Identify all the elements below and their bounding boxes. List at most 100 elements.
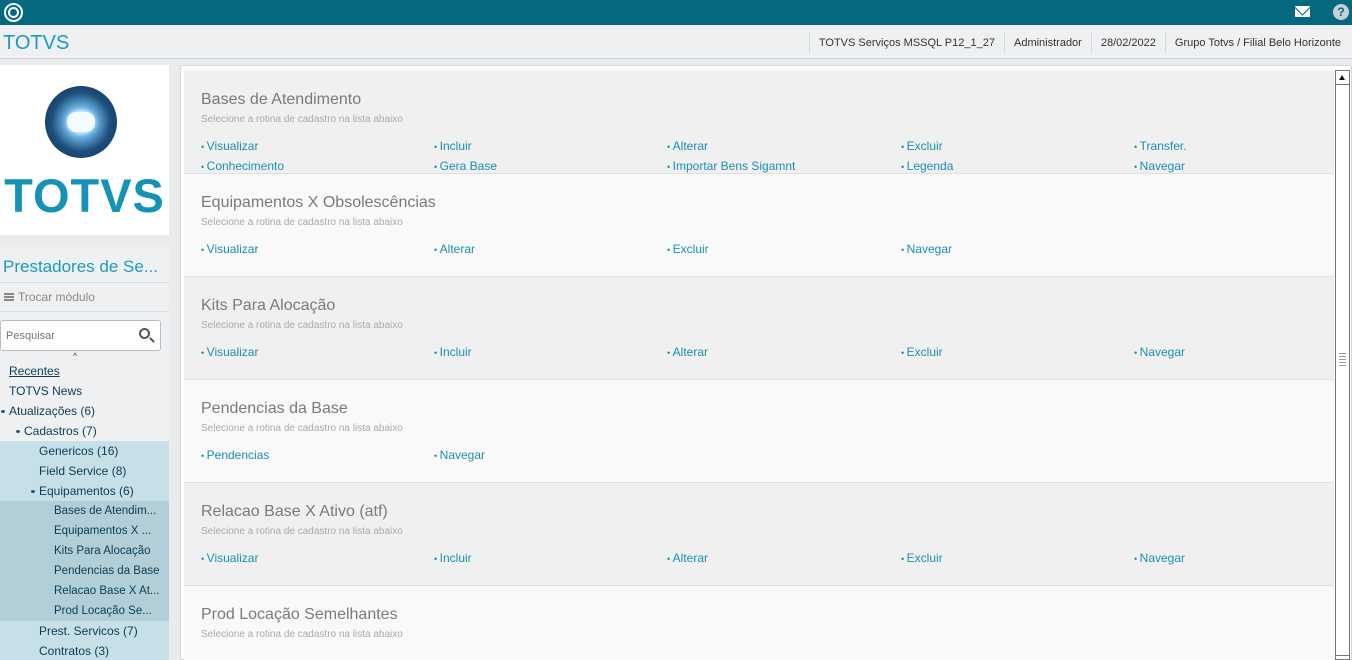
top-bar: ? (0, 0, 1352, 25)
tree-item[interactable]: Relacao Base X At... (0, 581, 169, 601)
routine-section: Kits Para Alocação Selecione a rotina de … (184, 277, 1334, 380)
header: TOTVS TOTVS Serviços MSSQL P12_1_27 Admi… (0, 25, 1352, 59)
action-link-alterar[interactable]: Alterar (667, 345, 708, 359)
expanded-bullet-icon[interactable] (31, 490, 35, 493)
mail-icon[interactable] (1295, 6, 1310, 17)
tree-item-label: Equipamentos X ... (54, 525, 152, 537)
scroll-grip-icon[interactable] (1339, 353, 1346, 367)
section-title: Bases de Atendimento (201, 91, 362, 108)
action-link-importar-bens-sigamnt[interactable]: Importar Bens Sigamnt (667, 159, 796, 173)
action-link-alterar[interactable]: Alterar (667, 139, 708, 153)
switch-module-label: Trocar módulo (18, 290, 95, 304)
expanded-bullet-icon[interactable] (1, 410, 5, 413)
section-title: Relacao Base X Ativo (atf) (201, 503, 388, 520)
tree-item[interactable]: Pendencias da Base (0, 561, 169, 581)
action-link-incluir[interactable]: Incluir (434, 551, 472, 565)
action-link-gera-base[interactable]: Gera Base (434, 159, 497, 173)
hamburger-icon (4, 293, 14, 301)
routine-sections: Bases de Atendimento Selecione a rotina d… (184, 71, 1334, 660)
tree-item[interactable]: Cadastros (7) (0, 421, 169, 441)
tree-item-label: Relacao Base X At... (54, 585, 160, 597)
user-label[interactable]: Administrador (1003, 32, 1091, 54)
tree-item-label: Prest. Servicos (7) (39, 624, 138, 638)
action-link-visualizar[interactable]: Visualizar (201, 242, 259, 256)
tree-item[interactable]: Equipamentos X ... (0, 521, 169, 541)
action-link-navegar[interactable]: Navegar (901, 242, 952, 256)
routine-section: Bases de Atendimento Selecione a rotina d… (184, 71, 1334, 174)
action-link-legenda[interactable]: Legenda (901, 159, 954, 173)
expanded-bullet-icon[interactable] (16, 430, 20, 433)
action-link-conhecimento[interactable]: Conhecimento (201, 159, 284, 173)
environment-label[interactable]: TOTVS Serviços MSSQL P12_1_27 (808, 32, 1004, 54)
scroll-up-arrow-icon[interactable] (1336, 71, 1349, 85)
date-label[interactable]: 28/02/2022 (1090, 32, 1165, 54)
tree-item[interactable]: Field Service (8) (0, 461, 169, 481)
collapse-caret-icon[interactable]: ^ (73, 351, 77, 361)
totvs-logo-icon (45, 86, 117, 158)
tree-item[interactable]: Prest. Servicos (7) (0, 621, 169, 641)
tree-item[interactable]: Genericos (16) (0, 441, 169, 461)
switch-module-button[interactable]: Trocar módulo (0, 282, 169, 312)
action-link-alterar[interactable]: Alterar (667, 551, 708, 565)
action-link-navegar[interactable]: Navegar (1134, 551, 1185, 565)
action-link-navegar[interactable]: Navegar (1134, 159, 1185, 173)
help-icon[interactable]: ? (1333, 4, 1349, 20)
section-subtitle: Selecione a rotina de cadastro na lista … (201, 526, 403, 537)
action-link-visualizar[interactable]: Visualizar (201, 139, 259, 153)
section-subtitle: Selecione a rotina de cadastro na lista … (201, 320, 403, 331)
action-link-incluir[interactable]: Incluir (434, 139, 472, 153)
tree-item[interactable]: Bases de Atendim... (0, 501, 169, 521)
section-subtitle: Selecione a rotina de cadastro na lista … (201, 629, 403, 640)
environment-info: TOTVS Serviços MSSQL P12_1_27 Administra… (808, 32, 1350, 54)
app-title: TOTVS (3, 32, 70, 54)
section-title: Kits Para Alocação (201, 297, 336, 314)
tree-item[interactable]: Atualizações (6) (0, 401, 169, 421)
section-title: Prod Locação Semelhantes (201, 606, 398, 623)
tree-item-label: Pendencias da Base (54, 565, 160, 577)
module-name: Prestadores de Se... (3, 257, 158, 276)
tree-item-label: Equipamentos (6) (39, 484, 134, 498)
action-link-transfer[interactable]: Transfer. (1134, 139, 1187, 153)
tree-item[interactable]: Contratos (3) (0, 641, 169, 660)
routine-section: Relacao Base X Ativo (atf) Selecione a ro… (184, 483, 1334, 586)
tree-item[interactable]: Recentes (0, 361, 169, 381)
action-link-pendencias[interactable]: Pendencias (201, 448, 270, 462)
action-link-visualizar[interactable]: Visualizar (201, 551, 259, 565)
section-subtitle: Selecione a rotina de cadastro na lista … (201, 423, 403, 434)
tree-item-label: TOTVS News (9, 384, 83, 398)
tree-item[interactable]: Kits Para Alocação (0, 541, 169, 561)
routine-section: Prod Locação Semelhantes Selecione a roti… (184, 586, 1334, 660)
main-panel: Bases de Atendimento Selecione a rotina d… (180, 65, 1352, 660)
search-icon[interactable] (139, 328, 150, 339)
section-subtitle: Selecione a rotina de cadastro na lista … (201, 217, 403, 228)
totvs-menu-icon[interactable] (4, 3, 23, 22)
search-box (0, 320, 161, 351)
tree-item[interactable]: Prod Locação Se... (0, 601, 169, 621)
action-link-navegar[interactable]: Navegar (434, 448, 485, 462)
branch-label[interactable]: Grupo Totvs / Filial Belo Horizonte (1164, 32, 1350, 54)
routine-section: Pendencias da Base Selecione a rotina de … (184, 380, 1334, 483)
tree-item-label: Prod Locação Se... (54, 605, 152, 617)
action-link-alterar[interactable]: Alterar (434, 242, 475, 256)
routine-section: Equipamentos X Obsolescências Selecione a… (184, 174, 1334, 277)
logo-text: TOTVS (4, 169, 165, 222)
menu-tree: Recentes TOTVS News Atualizações (6) Cadast… (0, 361, 169, 660)
action-link-excluir[interactable]: Excluir (901, 345, 943, 359)
action-link-excluir[interactable]: Excluir (901, 139, 943, 153)
module-card: Prestadores de Se... Trocar módulo ^ Rec… (0, 245, 169, 660)
scroll-down-arrow-icon[interactable] (1336, 655, 1349, 660)
tree-item[interactable]: Equipamentos (6) (0, 481, 169, 501)
action-link-excluir[interactable]: Excluir (667, 242, 709, 256)
action-link-navegar[interactable]: Navegar (1134, 345, 1185, 359)
vertical-scrollbar[interactable] (1335, 70, 1350, 660)
action-link-visualizar[interactable]: Visualizar (201, 345, 259, 359)
logo-card: TOTVS (0, 65, 169, 235)
tree-item[interactable]: TOTVS News (0, 381, 169, 401)
tree-item-label: Recentes (9, 364, 60, 378)
action-link-incluir[interactable]: Incluir (434, 345, 472, 359)
search-input[interactable] (6, 330, 126, 342)
tree-item-label: Bases de Atendim... (54, 505, 157, 517)
tree-item-label: Contratos (3) (39, 644, 110, 658)
tree-item-label: Atualizações (6) (9, 404, 96, 418)
action-link-excluir[interactable]: Excluir (901, 551, 943, 565)
